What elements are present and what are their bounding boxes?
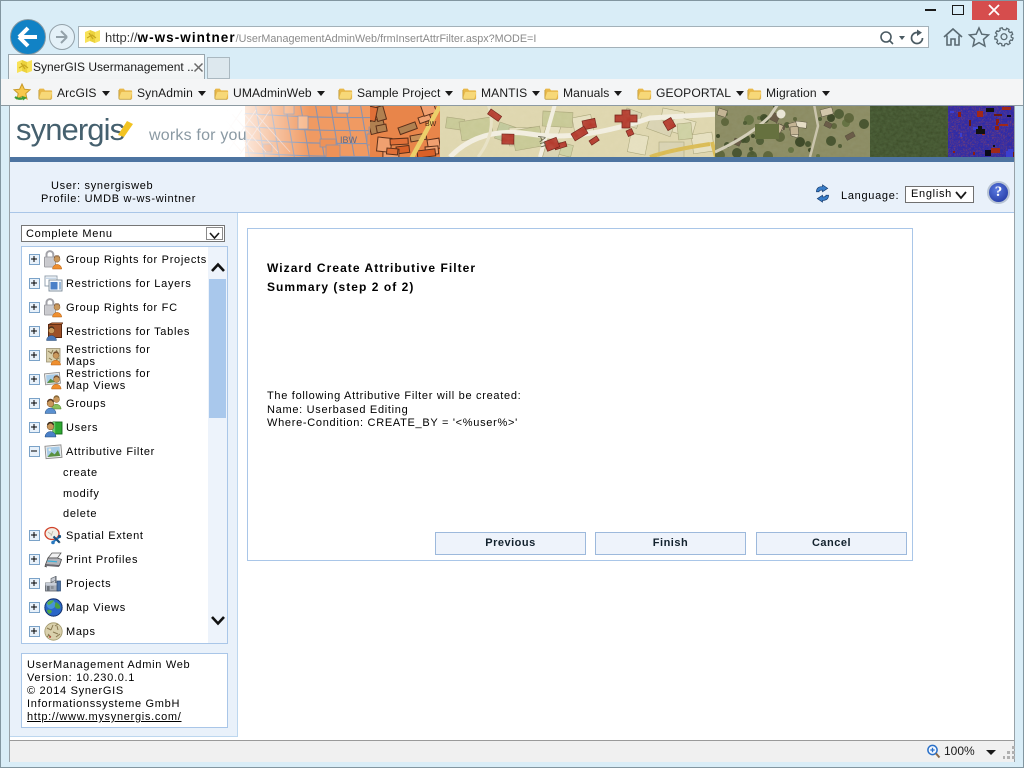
svg-text:works for you: works for you (148, 127, 247, 144)
svg-text:IBW: IBW (340, 135, 358, 145)
svg-text:BW: BW (425, 121, 437, 128)
svg-text:synergis: synergis (16, 112, 125, 147)
